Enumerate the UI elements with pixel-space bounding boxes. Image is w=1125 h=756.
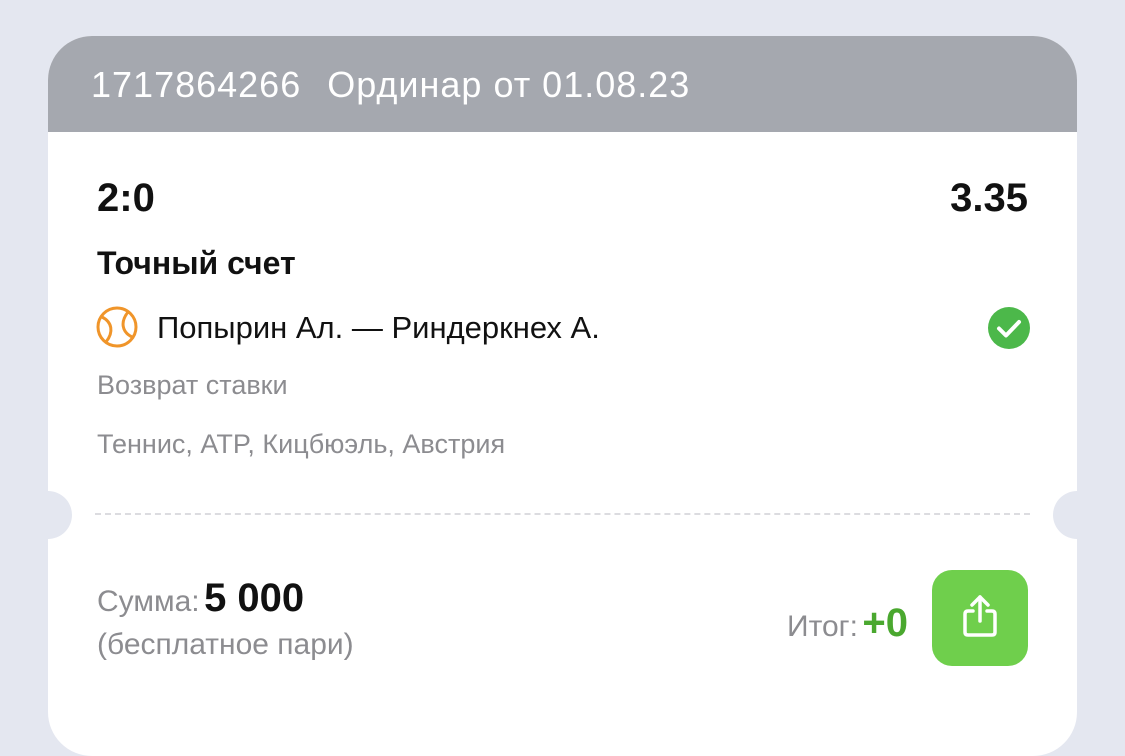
event-category: Теннис, ATP, Кицбюэль, Австрия (97, 429, 506, 459)
ticket-notch-left (48, 491, 72, 539)
selection-odds: 3.35 (950, 176, 1028, 220)
result-value: +0 (862, 601, 908, 645)
share-button[interactable] (932, 570, 1028, 666)
sum-note: (бесплатное пари) (97, 628, 354, 661)
bet-id: 1717864266 (91, 64, 302, 105)
match-name[interactable]: Попырин Ал. — Риндеркнех А. (157, 310, 600, 346)
sum-label: Сумма: (97, 585, 200, 618)
dashed-divider (95, 513, 1030, 515)
header-title: 1717864266 Ординар от 01.08.23 (91, 64, 690, 106)
tennis-ball-icon (96, 306, 138, 348)
sum-value: 5 000 (204, 576, 305, 620)
share-icon (960, 594, 1000, 643)
market-name: Точный счет (97, 245, 296, 281)
bet-status: Возврат ставки (97, 370, 288, 400)
stake-sum: Сумма: 5 000 (97, 576, 304, 621)
result-label: Итог: (787, 610, 858, 643)
check-circle-icon (988, 307, 1030, 349)
ticket-notch-right (1053, 491, 1077, 539)
bet-result: Итог: +0 (787, 601, 908, 646)
bet-card: 1717864266 Ординар от 01.08.23 2:0 3.35 Т… (48, 36, 1077, 756)
bet-type: Ординар от 01.08.23 (327, 64, 691, 105)
card-header: 1717864266 Ординар от 01.08.23 (48, 36, 1077, 132)
selection-score: 2:0 (97, 176, 155, 220)
